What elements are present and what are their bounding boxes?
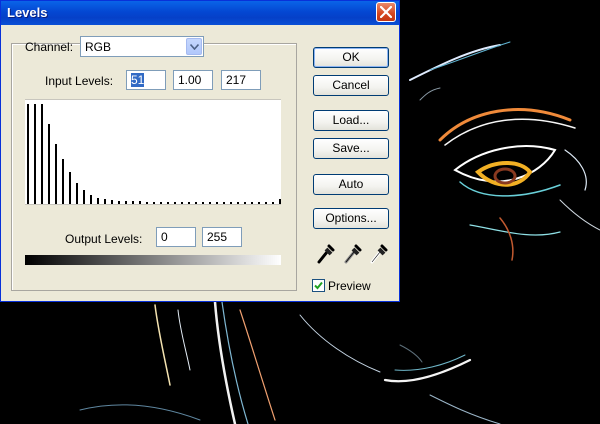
histogram-bar <box>62 159 64 204</box>
histogram-bar <box>237 202 239 204</box>
histogram-bar <box>132 201 134 204</box>
input-black-value: 51 <box>131 73 145 87</box>
histogram-bar <box>97 198 99 204</box>
close-button[interactable] <box>376 2 396 22</box>
preview-checkbox[interactable] <box>312 279 325 292</box>
histogram-bar <box>83 190 85 204</box>
histogram-bar <box>48 124 50 204</box>
histogram <box>25 99 281 205</box>
checkmark-icon <box>314 281 323 290</box>
auto-button[interactable]: Auto <box>313 174 389 195</box>
histogram-bar <box>90 195 92 204</box>
histogram-bar <box>160 202 162 204</box>
input-levels-label: Input Levels: <box>45 74 114 88</box>
output-white-field[interactable]: 255 <box>202 227 242 247</box>
histogram-bar <box>265 202 267 204</box>
output-levels-label: Output Levels: <box>65 232 143 246</box>
histogram-bar <box>230 202 232 204</box>
histogram-bar <box>125 201 127 204</box>
close-icon <box>380 6 392 18</box>
histogram-bar <box>188 202 190 204</box>
chevron-down-icon[interactable] <box>186 38 202 55</box>
histogram-bar <box>251 202 253 204</box>
histogram-bar <box>41 104 43 204</box>
channel-label: Channel: <box>25 40 74 54</box>
histogram-bar <box>209 202 211 204</box>
preview-label: Preview <box>328 279 371 293</box>
options-button[interactable]: Options... <box>313 208 389 229</box>
histogram-bar <box>167 202 169 204</box>
histogram-bar <box>55 144 57 204</box>
channel-select[interactable]: RGB <box>80 36 204 57</box>
histogram-bar <box>104 199 106 204</box>
histogram-bar <box>181 202 183 204</box>
histogram-bar <box>76 183 78 204</box>
histogram-bar <box>111 200 113 204</box>
input-gamma-field[interactable]: 1.00 <box>173 70 213 90</box>
histogram-bar <box>174 202 176 204</box>
levels-dialog: Levels Channel: RGB Input Levels: 51 1.0… <box>0 0 400 302</box>
input-white-field[interactable]: 217 <box>221 70 261 90</box>
histogram-bar <box>223 202 225 204</box>
ok-button[interactable]: OK <box>313 47 389 68</box>
histogram-bar <box>146 202 148 204</box>
gray-eyedropper-icon[interactable] <box>342 243 362 265</box>
histogram-bar <box>139 201 141 204</box>
channel-value: RGB <box>85 40 112 54</box>
histogram-bar <box>27 104 29 204</box>
black-eyedropper-icon[interactable] <box>315 243 335 265</box>
histogram-bar <box>216 202 218 204</box>
histogram-bar <box>244 202 246 204</box>
histogram-bar <box>153 202 155 204</box>
save-button[interactable]: Save... <box>313 138 389 159</box>
histogram-bar <box>279 199 281 204</box>
output-gradient-bar <box>25 255 281 265</box>
histogram-bar <box>272 202 274 204</box>
white-eyedropper-icon[interactable] <box>368 243 388 265</box>
output-black-field[interactable]: 0 <box>156 227 196 247</box>
histogram-bar <box>202 202 204 204</box>
histogram-bar <box>34 104 36 204</box>
histogram-bar <box>195 202 197 204</box>
histogram-bar <box>258 202 260 204</box>
input-black-field[interactable]: 51 <box>126 70 166 90</box>
histogram-bar <box>118 201 120 204</box>
cancel-button[interactable]: Cancel <box>313 75 389 96</box>
title-bar[interactable]: Levels <box>1 1 399 25</box>
histogram-bar <box>69 172 71 204</box>
dialog-title: Levels <box>7 5 48 20</box>
load-button[interactable]: Load... <box>313 110 389 131</box>
